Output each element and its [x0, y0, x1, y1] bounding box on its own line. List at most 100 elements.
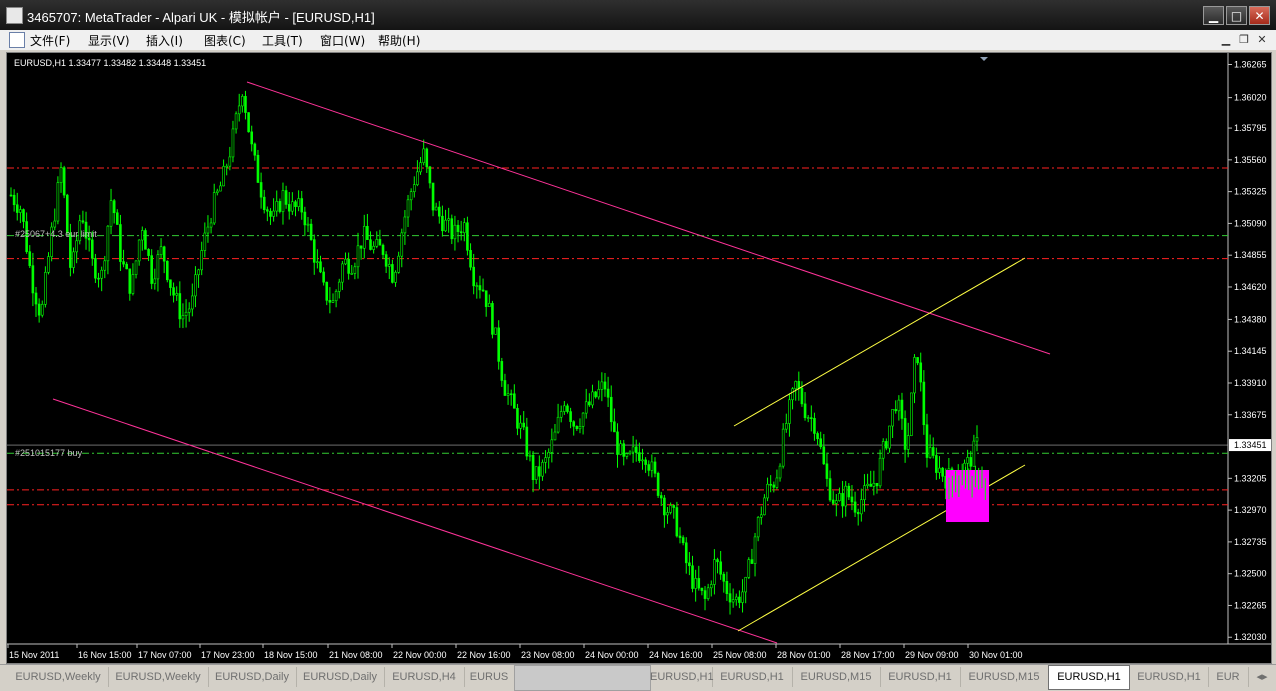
chart-tab[interactable]: EURUSD,H1	[880, 667, 961, 687]
candle-body	[606, 388, 610, 398]
candle-body	[625, 453, 629, 457]
candle-body	[112, 200, 116, 214]
candle-body	[675, 507, 679, 537]
price-tick-label: 1.32735	[1234, 537, 1267, 547]
chart-tab[interactable]: EURUSD,H1	[1130, 667, 1209, 687]
chart-tab[interactable]: EURUSD,Daily	[208, 667, 297, 687]
candle-body	[256, 154, 260, 183]
candle-body	[788, 399, 791, 424]
maximize-button[interactable]: □	[1226, 6, 1247, 25]
candle-body	[550, 439, 554, 453]
candle-body	[362, 226, 366, 249]
mdi-restore-icon[interactable]: ❐	[1237, 33, 1251, 46]
candle-body	[53, 220, 57, 228]
chart-tab[interactable]: EURUSD,M15	[960, 667, 1049, 687]
candle-body	[519, 422, 522, 429]
menu-insert[interactable]: 插入(I)	[146, 32, 183, 49]
candle-body	[538, 466, 541, 477]
time-tick-label: 23 Nov 08:00	[521, 650, 575, 660]
menu-view[interactable]: 显示(V)	[88, 32, 130, 49]
chart-tab[interactable]: EURUSD,Daily	[296, 667, 385, 687]
window-title: 3465707: MetaTrader - Alpari UK - 模拟帐户 -…	[27, 10, 375, 25]
candle-body	[172, 287, 175, 296]
candle-body	[425, 148, 429, 168]
candles	[9, 90, 979, 615]
candle-body	[125, 263, 128, 270]
time-tick-label: 25 Nov 08:00	[713, 650, 767, 660]
candle-body	[356, 245, 360, 268]
candle-body	[31, 265, 35, 294]
price-tick-label: 1.35325	[1234, 187, 1267, 197]
candle-body	[159, 246, 163, 255]
candle-body	[456, 224, 460, 232]
mdi-close-icon[interactable]: ✕	[1255, 33, 1269, 46]
chart-tab-active[interactable]: EURUSD,H1	[1048, 665, 1130, 690]
candle-body	[681, 537, 685, 544]
candle-body	[597, 389, 601, 398]
candle-body	[350, 273, 354, 275]
candle-body	[872, 482, 876, 487]
chart-tab[interactable]: EURUSD,H4	[384, 667, 465, 687]
tab-scroll-thumb[interactable]	[514, 665, 651, 691]
candle-body	[544, 457, 547, 463]
candle-body	[878, 457, 882, 487]
candle-body	[916, 357, 919, 364]
channel-lower-line	[52, 398, 778, 644]
close-button[interactable]: ✕	[1249, 6, 1270, 25]
candle-body	[225, 165, 229, 168]
menu-window[interactable]: 窗口(W)	[320, 32, 365, 49]
candle-body	[206, 226, 210, 234]
tab-scroll-arrows-icon[interactable]: ◂▸	[1250, 667, 1274, 687]
price-tick-label: 1.36020	[1234, 93, 1267, 103]
candle-body	[669, 505, 672, 513]
menu-tools[interactable]: 工具(T)	[262, 32, 303, 49]
candle-body	[100, 269, 103, 279]
chart-tab[interactable]: EURUSD,Weekly	[108, 667, 209, 687]
candle-body	[756, 517, 760, 538]
candle-body	[522, 422, 525, 428]
candle-body	[216, 190, 219, 193]
candle-body	[437, 206, 441, 217]
candle-body	[922, 381, 926, 426]
candle-body	[866, 483, 869, 486]
chart-window[interactable]: 1.36265 1.36020 1.35795 1.35560 1.35325 1.350…	[6, 52, 1272, 664]
candle-body	[472, 266, 475, 287]
price-tick-label: 1.33675	[1234, 410, 1267, 420]
menu-help[interactable]: 帮助(H)	[378, 32, 420, 49]
candle-body	[913, 357, 916, 394]
candle-body	[250, 131, 254, 145]
chart-tab[interactable]: EURUSD,H1	[712, 667, 793, 687]
minimize-button[interactable]: ▁	[1203, 6, 1224, 25]
chart-tab[interactable]: EURUSD,M15	[792, 667, 881, 687]
candle-body	[931, 447, 935, 456]
candle-body	[935, 455, 938, 473]
candle-body	[431, 182, 435, 211]
price-tick-label: 1.33910	[1234, 378, 1267, 388]
candle-body	[316, 261, 319, 264]
candle-body	[406, 199, 410, 218]
chart-tab[interactable]: EURUSD,H1	[650, 667, 714, 687]
candle-body	[969, 457, 973, 467]
menu-file[interactable]: 文件(F)	[30, 32, 70, 49]
candle-body	[253, 143, 257, 156]
candle-body	[337, 281, 341, 292]
candle-body	[731, 599, 735, 603]
chart-tab[interactable]: EUR	[1208, 667, 1249, 687]
candle-body	[153, 278, 157, 284]
candle-body	[684, 542, 688, 564]
candle-body	[688, 562, 691, 567]
candle-body	[141, 230, 144, 241]
candle-body	[372, 245, 375, 250]
chart-tab[interactable]: EURUS	[464, 667, 515, 687]
candle-body	[109, 200, 113, 227]
price-chart[interactable]: 1.36265 1.36020 1.35795 1.35560 1.35325 1.350…	[7, 53, 1271, 663]
candle-body	[9, 194, 13, 197]
chart-header: EURUSD,H1 1.33477 1.33482 1.33448 1.3345…	[14, 58, 206, 68]
candle-body	[34, 292, 38, 305]
mdi-minimize-icon[interactable]: ▁	[1219, 33, 1233, 46]
chart-tab[interactable]: EURUSD,Weekly	[8, 667, 109, 687]
candle-body	[40, 304, 44, 316]
menu-bar: 文件(F) 显示(V) 插入(I) 图表(C) 工具(T) 窗口(W) 帮助(H…	[0, 30, 1276, 50]
candle-body	[478, 285, 482, 291]
menu-charts[interactable]: 图表(C)	[204, 32, 246, 49]
